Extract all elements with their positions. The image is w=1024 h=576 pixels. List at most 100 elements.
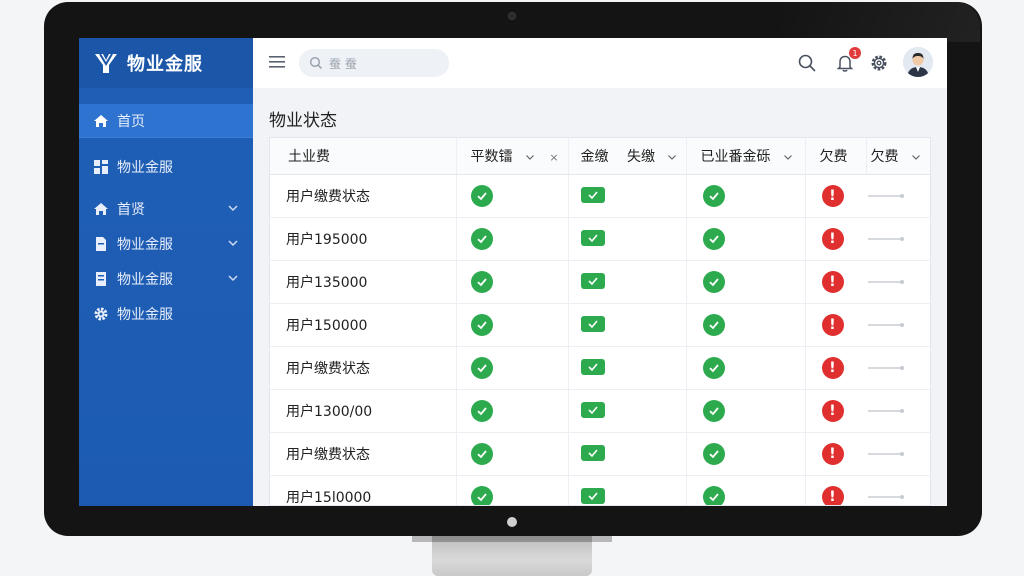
cell-status-4: ! bbox=[805, 346, 866, 390]
alert-icon: ! bbox=[821, 356, 844, 379]
cell-status-4: ! bbox=[805, 260, 866, 304]
sidebar-item-label: 首贤 bbox=[117, 201, 145, 218]
avatar[interactable] bbox=[903, 47, 933, 77]
cell-status-4: ! bbox=[805, 217, 866, 261]
cell-user-name: 用户缴费状态 bbox=[270, 432, 457, 476]
chevron-down-icon[interactable] bbox=[783, 152, 793, 162]
check-circle-icon bbox=[702, 313, 725, 336]
notification-badge: 1 bbox=[849, 47, 861, 59]
cell-status-3 bbox=[686, 346, 806, 390]
grid-icon bbox=[94, 159, 108, 174]
table-row[interactable]: 用户缴费状态! bbox=[270, 346, 930, 390]
cell-slider bbox=[866, 475, 930, 505]
alert-icon: ! bbox=[821, 313, 844, 336]
check-box-icon bbox=[580, 359, 605, 375]
table-row[interactable]: 用户15l0000! bbox=[270, 475, 930, 505]
check-box-icon bbox=[580, 402, 605, 418]
alert-icon: ! bbox=[821, 270, 844, 293]
brand-logo-icon bbox=[95, 53, 117, 73]
sidebar-item-label: 物业金服 bbox=[117, 159, 173, 176]
column-header-arrears[interactable]: 欠费 bbox=[805, 138, 867, 175]
check-box-icon bbox=[580, 488, 605, 504]
cell-status-4: ! bbox=[805, 174, 866, 218]
chevron-down-icon[interactable] bbox=[667, 152, 677, 162]
table-row[interactable]: 用户195000! bbox=[270, 217, 930, 261]
table-row[interactable]: 用户缴费状态! bbox=[270, 174, 930, 218]
sidebar-item-home[interactable]: 首页 bbox=[79, 104, 253, 138]
cell-user-name: 用户缴费状态 bbox=[270, 174, 457, 218]
cell-status-3 bbox=[686, 260, 806, 304]
alert-icon: ! bbox=[821, 442, 844, 465]
slider-track[interactable] bbox=[868, 451, 904, 456]
screen: 物业金服 首页 物业金服 首贤 物业金服 物业金服 物业金服 蚕 蚕 1 物业状… bbox=[79, 38, 947, 506]
brand[interactable]: 物业金服 bbox=[79, 38, 253, 88]
cell-slider bbox=[866, 174, 930, 218]
sidebar-item-property-finance[interactable]: 物业金服 bbox=[79, 149, 253, 184]
column-close-icon[interactable]: × bbox=[549, 151, 558, 164]
cell-status-2 bbox=[568, 346, 687, 390]
cell-slider bbox=[866, 432, 930, 476]
cell-status-1 bbox=[456, 389, 569, 433]
menu-icon[interactable] bbox=[269, 55, 285, 69]
cell-slider bbox=[866, 303, 930, 347]
gear-icon[interactable] bbox=[869, 53, 889, 73]
check-circle-icon bbox=[470, 227, 493, 250]
cell-status-3 bbox=[686, 217, 806, 261]
page-title: 物业状态 bbox=[269, 111, 337, 131]
check-circle-icon bbox=[470, 270, 493, 293]
sidebar-item-label: 首页 bbox=[117, 113, 145, 130]
brand-name: 物业金服 bbox=[127, 54, 203, 75]
table-row[interactable]: 用户135000! bbox=[270, 260, 930, 304]
slider-track[interactable] bbox=[868, 494, 904, 499]
power-button bbox=[507, 517, 517, 527]
cell-status-2 bbox=[568, 432, 687, 476]
top-bar: 蚕 蚕 1 bbox=[253, 38, 947, 88]
cell-slider bbox=[866, 389, 930, 433]
chevron-down-icon bbox=[228, 240, 238, 247]
slider-track[interactable] bbox=[868, 365, 904, 370]
sidebar: 物业金服 首页 物业金服 首贤 物业金服 物业金服 物业金服 bbox=[79, 38, 253, 506]
search-icon[interactable] bbox=[797, 53, 817, 73]
column-header-paid-unpaid[interactable]: 金缴 失缴 bbox=[568, 138, 687, 175]
search-input[interactable]: 蚕 蚕 bbox=[299, 49, 449, 77]
cell-status-1 bbox=[456, 303, 569, 347]
column-header-count[interactable]: 平数镭 × bbox=[456, 138, 569, 175]
check-circle-icon bbox=[702, 227, 725, 250]
monitor-stand-shadow bbox=[412, 536, 612, 542]
alert-icon: ! bbox=[821, 184, 844, 207]
chevron-down-icon bbox=[228, 275, 238, 282]
slider-track[interactable] bbox=[868, 236, 904, 241]
cell-status-2 bbox=[568, 389, 687, 433]
slider-track[interactable] bbox=[868, 322, 904, 327]
search-input-text: 蚕 蚕 bbox=[329, 56, 357, 71]
table-row[interactable]: 用户1300/00! bbox=[270, 389, 930, 433]
chevron-down-icon[interactable] bbox=[911, 152, 921, 162]
check-circle-icon bbox=[702, 442, 725, 465]
alert-icon: ! bbox=[821, 485, 844, 505]
cell-user-name: 用户195000 bbox=[270, 217, 457, 261]
column-header-settled[interactable]: 已业番金砾 bbox=[686, 138, 806, 175]
sidebar-item-property-finance-2[interactable]: 物业金服 bbox=[79, 226, 253, 261]
slider-track[interactable] bbox=[868, 193, 904, 198]
alert-icon: ! bbox=[821, 399, 844, 422]
sidebar-item-label: 物业金服 bbox=[117, 306, 173, 323]
sidebar-item-home-2[interactable]: 首贤 bbox=[79, 191, 253, 226]
sidebar-item-property-finance-3[interactable]: 物业金服 bbox=[79, 261, 253, 296]
table-row[interactable]: 用户150000! bbox=[270, 303, 930, 347]
monitor-stand bbox=[432, 536, 592, 576]
check-box-icon bbox=[580, 273, 605, 289]
cell-status-4: ! bbox=[805, 303, 866, 347]
table-header-row: 土业费 平数镭 × 金缴 失缴 已业番金砾 欠费 欠费 bbox=[270, 138, 930, 175]
check-circle-icon bbox=[470, 356, 493, 379]
table-row[interactable]: 用户缴费状态! bbox=[270, 432, 930, 476]
cell-status-3 bbox=[686, 475, 806, 505]
chevron-down-icon[interactable] bbox=[525, 152, 535, 162]
sidebar-item-settings[interactable]: 物业金服 bbox=[79, 296, 253, 331]
column-header-fee[interactable]: 土业费 bbox=[270, 138, 457, 175]
column-header-arrears-2[interactable]: 欠费 bbox=[866, 138, 930, 175]
cell-status-3 bbox=[686, 303, 806, 347]
cell-slider bbox=[866, 217, 930, 261]
slider-track[interactable] bbox=[868, 408, 904, 413]
document-icon bbox=[96, 271, 106, 286]
slider-track[interactable] bbox=[868, 279, 904, 284]
